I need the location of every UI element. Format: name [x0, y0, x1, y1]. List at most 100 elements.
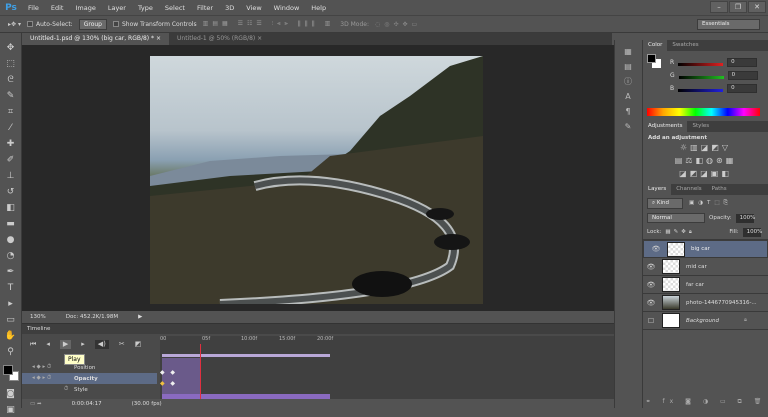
blend-mode-select[interactable]: Normal [647, 213, 705, 223]
blue-value[interactable]: 0 [727, 84, 758, 93]
menu-select[interactable]: Select [159, 4, 191, 12]
color-swatches[interactable] [0, 363, 21, 385]
track-position[interactable]: ◂ ◆ ▸ ⏱ Position [22, 362, 157, 373]
crop-tool-icon[interactable]: ⌗ [4, 105, 18, 119]
character-icon[interactable]: A [615, 89, 641, 104]
layer-far-car[interactable]: 👁︎ far car [643, 276, 768, 294]
menu-3d[interactable]: 3D [219, 4, 240, 12]
restore-button[interactable]: ❐ [729, 1, 747, 13]
foreground-color[interactable] [647, 54, 656, 63]
audio-icon[interactable]: ◀) [94, 340, 109, 349]
keyframe-position[interactable]: ◆ ◆ [160, 369, 175, 376]
visibility-eye-icon[interactable]: 👁︎ [648, 245, 664, 253]
convert-icon[interactable]: ▭ ➦ [30, 401, 42, 407]
zoom-level[interactable]: 130% [30, 314, 46, 320]
blur-icon[interactable]: ● [4, 233, 18, 247]
3d-mode-icons[interactable]: ◌◎✣✥▭ [375, 21, 421, 28]
hand-icon[interactable]: ✋ [4, 329, 18, 343]
move-tool-icon[interactable]: ▸✥ ▾ [8, 21, 21, 28]
tab-adjustments[interactable]: Adjustments [643, 121, 688, 132]
menu-image[interactable]: Image [69, 4, 101, 12]
paragraph-icon[interactable]: ¶ [615, 104, 641, 119]
red-value[interactable]: 0 [727, 58, 758, 67]
marquee-tool-icon[interactable]: ⬚ [4, 57, 18, 71]
canvas-image[interactable] [150, 56, 483, 304]
layer-photo[interactable]: 👁︎ photo-1446770945316-... [643, 294, 768, 312]
next-frame-icon[interactable]: ▸ [81, 340, 85, 349]
info-icon[interactable]: ⓘ [615, 74, 641, 89]
filter-icons[interactable]: ▣◑T⬚⎘ [689, 200, 732, 207]
work-area-bar[interactable] [162, 354, 330, 357]
type-icon[interactable]: T [4, 281, 18, 295]
brush-icon[interactable]: ✐ [4, 153, 18, 167]
fill-input[interactable]: 100% [742, 227, 762, 237]
tab-channels[interactable]: Channels [671, 184, 706, 195]
move-tool-icon[interactable]: ✥ [4, 41, 18, 55]
menu-file[interactable]: File [22, 4, 45, 12]
close-tab-icon[interactable]: × [257, 35, 262, 42]
healing-icon[interactable]: ✚ [4, 137, 18, 151]
track-opacity[interactable]: ◂ ◆ ▸ ⏱ Opacity [22, 373, 157, 384]
visibility-eye-icon[interactable]: 👁︎ [643, 263, 659, 271]
status-menu-arrow[interactable]: ▶ [138, 314, 142, 320]
properties-icon[interactable]: ▤ [615, 59, 641, 74]
zoom-icon[interactable]: ⚲ [4, 345, 18, 359]
lasso-tool-icon[interactable]: ᘓ [4, 73, 18, 87]
transition-icon[interactable]: ◩ [135, 340, 142, 349]
menu-edit[interactable]: Edit [45, 4, 70, 12]
tab-styles[interactable]: Styles [687, 121, 714, 132]
close-button[interactable]: ✕ [748, 1, 766, 13]
group-select[interactable]: Group [78, 18, 107, 30]
close-tab-icon[interactable]: × [156, 35, 161, 42]
history-icon[interactable]: ▦ [615, 44, 641, 59]
lock-icons[interactable]: ▦✎✥🔒︎ [665, 229, 725, 236]
play-icon[interactable]: ▶ [59, 340, 72, 349]
shape-icon[interactable]: ▭ [4, 313, 18, 327]
history-brush-icon[interactable]: ↺ [4, 185, 18, 199]
eraser-icon[interactable]: ◧ [4, 201, 18, 215]
first-frame-icon[interactable]: ⏮ [30, 340, 36, 349]
minimize-button[interactable]: – [710, 1, 728, 13]
tab-paths[interactable]: Paths [707, 184, 732, 195]
layers-footer-icons[interactable]: ⚭ fx ◙ ◑ ▭ ⧉ 🗑︎ [643, 398, 768, 408]
dodge-icon[interactable]: ◔ [4, 249, 18, 263]
blue-slider[interactable] [678, 88, 724, 92]
brush-panel-icon[interactable]: ✎ [615, 119, 641, 134]
pen-icon[interactable]: ✒ [4, 265, 18, 279]
menu-window[interactable]: Window [268, 4, 306, 12]
menu-type[interactable]: Type [132, 4, 159, 12]
screen-mode-icon[interactable]: ▣ [4, 403, 18, 417]
green-slider[interactable] [678, 75, 724, 79]
path-select-icon[interactable]: ▸ [4, 297, 18, 311]
tab-color[interactable]: Color [643, 40, 668, 51]
workspace-select[interactable]: Essentials [697, 19, 760, 30]
menu-filter[interactable]: Filter [191, 4, 219, 12]
auto-select-checkbox[interactable]: Auto-Select: [26, 21, 73, 28]
red-slider[interactable] [678, 62, 724, 66]
visibility-eye-icon[interactable]: 👁︎ [643, 281, 659, 289]
quick-select-icon[interactable]: ✎ [4, 89, 18, 103]
split-icon[interactable]: ✂ [119, 340, 125, 349]
tab-layers[interactable]: Layers [643, 184, 672, 195]
quick-mask-icon[interactable]: ◙ [4, 387, 18, 401]
color-spectrum[interactable] [647, 108, 760, 116]
stamp-icon[interactable]: ⊥ [4, 169, 18, 183]
prev-frame-icon[interactable]: ◂ [46, 340, 50, 349]
gradient-icon[interactable]: ▬ [4, 217, 18, 231]
tab-untitled-psd[interactable]: Untitled-1.psd @ 130% (big car, RGB/8) *… [22, 33, 170, 45]
green-value[interactable]: 0 [727, 71, 758, 80]
opacity-input[interactable]: 100% [735, 213, 755, 223]
tab-swatches[interactable]: Swatches [667, 40, 703, 51]
layer-big-car[interactable]: 👁︎ big car [643, 240, 768, 258]
track-style[interactable]: ⏱ Style [22, 384, 157, 395]
tab-untitled-1[interactable]: Untitled-1 @ 50% (RGB/8) × [169, 33, 270, 45]
timeline-tracks[interactable]: 00 05f 10:00f 15:00f 20:00f ◆ ◆ ◆ ◆ [160, 336, 614, 400]
eyedropper-icon[interactable]: ⁄ [4, 121, 18, 135]
keyframe-opacity[interactable]: ◆ ◆ [160, 380, 175, 387]
visibility-eye-icon[interactable]: 👁︎ [643, 299, 659, 307]
align-icons[interactable]: ▥▤▦ ☰☷☰ ⫶⫷⫸ ǁǁǁ ▥ [203, 20, 335, 28]
filter-kind-select[interactable]: ⌕ Kind [647, 197, 683, 209]
menu-view[interactable]: View [240, 4, 267, 12]
menu-layer[interactable]: Layer [102, 4, 132, 12]
visibility-empty-box[interactable]: ☐ [643, 317, 659, 325]
